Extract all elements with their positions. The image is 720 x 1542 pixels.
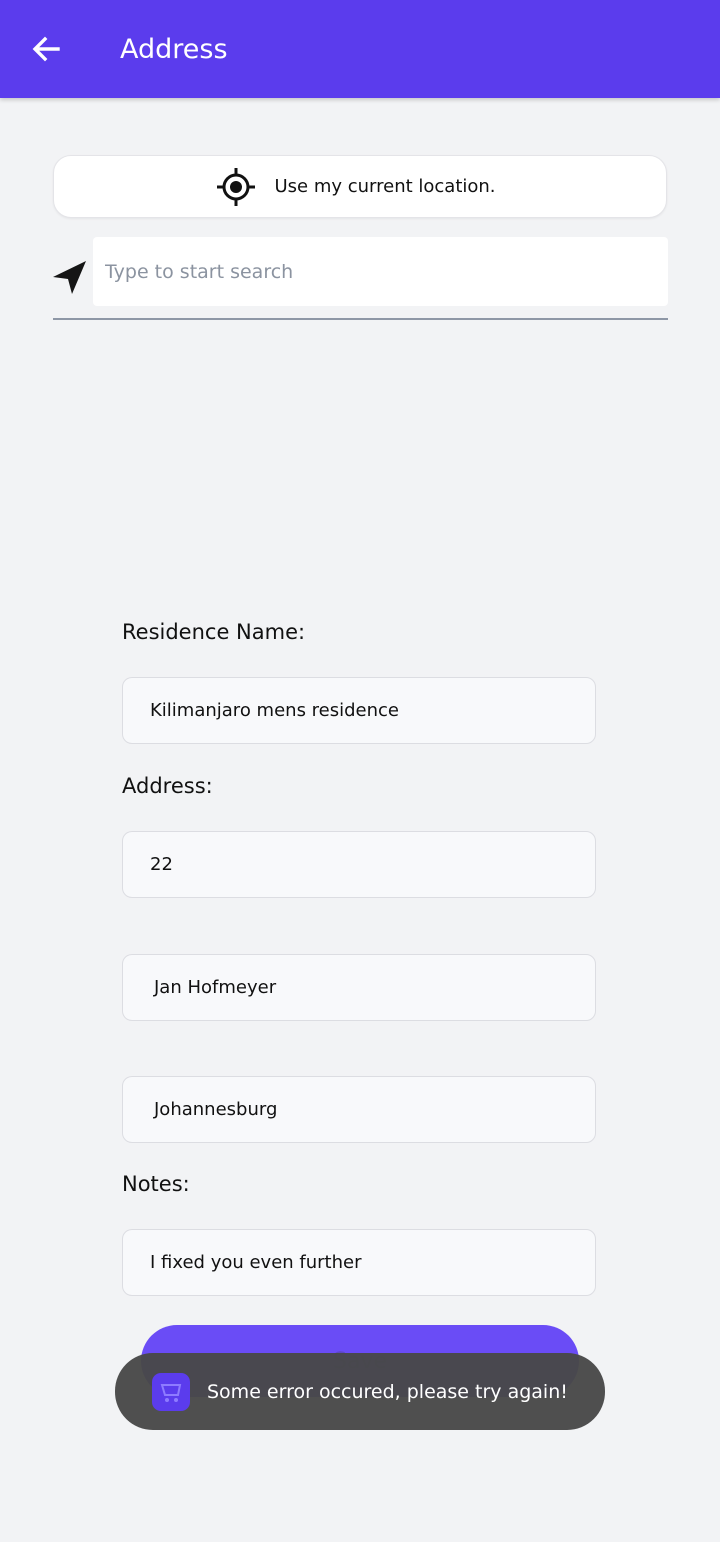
address-line2-field[interactable]: Jan Hofmeyer (122, 954, 596, 1021)
address-line3-field[interactable]: Johannesburg (122, 1076, 596, 1143)
app-cart-icon (152, 1372, 190, 1411)
app-bar: Address (0, 0, 720, 98)
notes-field[interactable]: I fixed you even further (122, 1229, 596, 1296)
notes-label: Notes: (122, 1172, 190, 1196)
residence-name-label: Residence Name: (122, 620, 306, 644)
toast-message: Some error occured, please try again! (207, 1380, 568, 1403)
search-field[interactable] (93, 237, 668, 306)
error-toast: Some error occured, please try again! (115, 1353, 605, 1430)
search-underline (53, 318, 668, 320)
address-label: Address: (122, 774, 213, 798)
crosshair-icon (217, 167, 256, 206)
back-button[interactable] (24, 26, 68, 72)
use-current-location-label: Use my current location. (274, 176, 496, 197)
arrow-left-icon (32, 36, 60, 62)
residence-name-field[interactable]: Kilimanjaro mens residence (122, 677, 596, 744)
navigation-arrow-icon (53, 261, 86, 294)
page-title: Address (120, 34, 228, 65)
address-line1-field[interactable]: 22 (122, 831, 596, 898)
use-current-location-button[interactable]: Use my current location. (53, 155, 667, 218)
search-input[interactable] (93, 237, 668, 306)
